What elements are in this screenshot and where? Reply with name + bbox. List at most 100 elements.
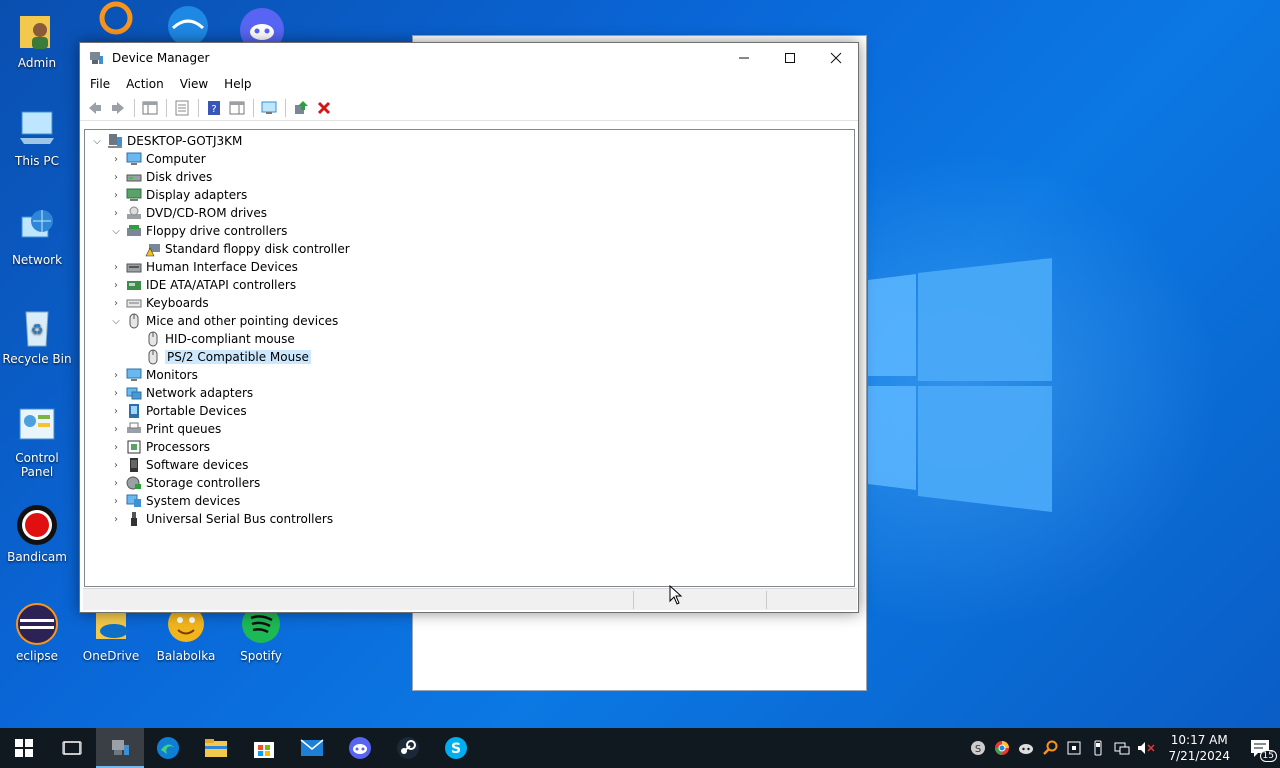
tray-discord-icon[interactable] [1014,728,1038,768]
tree-category[interactable]: ⌵ Floppy drive controllers [110,222,287,240]
show-hide-console-tree-button[interactable] [139,97,161,119]
desktop-icon-eclipse[interactable]: eclipse [0,603,74,663]
floppy-device-icon [126,223,142,239]
chevron-right-icon[interactable]: › [110,456,122,474]
taskbar-store[interactable] [240,728,288,768]
tree-category[interactable]: › Keyboards [110,294,209,312]
chevron-right-icon[interactable]: › [110,402,122,420]
desktop-icon-admin[interactable]: Admin [0,10,74,70]
chevron-down-icon[interactable]: ⌵ [110,222,122,240]
tree-label: System devices [146,494,241,508]
task-view-button[interactable] [48,728,96,768]
chevron-right-icon[interactable]: › [110,510,122,528]
chevron-right-icon[interactable]: › [110,186,122,204]
help-button[interactable]: ? [203,97,225,119]
desktop-icon-network[interactable]: Network [0,207,74,267]
action-pane-button[interactable] [226,97,248,119]
usb-device-icon [126,511,142,527]
close-button[interactable] [813,43,859,73]
tree-category[interactable]: › DVD/CD-ROM drives [110,204,267,222]
tree-device[interactable]: PS/2 Compatible Mouse [129,348,311,366]
back-button[interactable] [84,97,106,119]
eclipse-icon [16,603,58,645]
taskbar-file-explorer[interactable] [192,728,240,768]
chevron-right-icon[interactable]: › [110,366,122,384]
system-device-icon [126,493,142,509]
tray-network-icon[interactable] [1062,728,1086,768]
uninstall-device-button[interactable] [313,97,335,119]
tree-category[interactable]: ⌵ Mice and other pointing devices [110,312,338,330]
chevron-right-icon[interactable]: › [110,492,122,510]
tree-category[interactable]: › Computer [110,150,206,168]
tree-category[interactable]: › Portable Devices [110,402,247,420]
tree-category[interactable]: › Storage controllers [110,474,260,492]
tray-volume-muted-icon[interactable] [1134,728,1158,768]
svg-text:S: S [451,741,461,757]
taskbar-mail[interactable] [288,728,336,768]
disk-device-icon [126,169,142,185]
chevron-right-icon[interactable]: › [110,384,122,402]
desktop-icon-control-panel[interactable]: Control Panel [0,405,74,479]
chevron-right-icon[interactable]: › [110,420,122,438]
maximize-button[interactable] [767,43,813,73]
desktop-icon-this-pc[interactable]: This PC [0,108,74,168]
action-center-button[interactable]: 15 [1240,728,1280,768]
tree-category[interactable]: › Network adapters [110,384,253,402]
minimize-button[interactable] [721,43,767,73]
taskbar-skype[interactable]: S [432,728,480,768]
tree-category[interactable]: › Processors [110,438,210,456]
tree-root[interactable]: ⌵ DESKTOP-GOTJ3KM [91,132,242,150]
tree-category[interactable]: › Software devices [110,456,248,474]
chevron-right-icon[interactable]: › [110,168,122,186]
title-bar[interactable]: Device Manager [80,43,858,73]
tray-search-icon[interactable] [1038,728,1062,768]
clock-date: 7/21/2024 [1168,749,1230,763]
chevron-down-icon[interactable]: ⌵ [110,312,122,330]
chevron-right-icon[interactable]: › [110,204,122,222]
tray-skype-icon[interactable]: S [966,728,990,768]
tree-category[interactable]: › Print queues [110,420,221,438]
tree-label: Human Interface Devices [146,260,298,274]
tree-category[interactable]: › Universal Serial Bus controllers [110,510,333,528]
tree-category[interactable]: › Disk drives [110,168,212,186]
folder-icon [205,739,227,757]
taskbar-steam[interactable] [384,728,432,768]
menu-help[interactable]: Help [216,77,259,91]
tree-category[interactable]: › Human Interface Devices [110,258,298,276]
start-button[interactable] [0,728,48,768]
forward-button[interactable] [107,97,129,119]
chevron-right-icon[interactable]: › [110,438,122,456]
tree-category[interactable]: › Display adapters [110,186,247,204]
chevron-right-icon[interactable]: › [110,258,122,276]
taskbar-discord[interactable] [336,728,384,768]
chevron-right-icon[interactable]: › [110,294,122,312]
console-tree-icon [142,101,158,114]
tray-usb-icon[interactable] [1086,728,1110,768]
taskbar-clock[interactable]: 10:17 AM 7/21/2024 [1158,732,1240,764]
menu-view[interactable]: View [172,77,216,91]
taskbar-device-manager[interactable] [96,728,144,768]
device-manager-window[interactable]: Device Manager File Action View Help ? ⌵… [79,42,859,613]
chevron-down-icon[interactable]: ⌵ [91,132,103,150]
menu-file[interactable]: File [82,77,118,91]
taskbar-edge[interactable] [144,728,192,768]
desktop-icon-bandicam[interactable]: Bandicam [0,504,74,564]
chevron-right-icon[interactable]: › [110,150,122,168]
tree-device[interactable]: HID-compliant mouse [129,330,295,348]
tray-chrome-icon[interactable] [990,728,1014,768]
tree-label: Processors [146,440,211,454]
tray-ethernet-icon[interactable] [1110,728,1134,768]
chevron-right-icon[interactable]: › [110,276,122,294]
properties-button[interactable] [171,97,193,119]
scan-hardware-button[interactable] [258,97,280,119]
device-tree[interactable]: ⌵ DESKTOP-GOTJ3KM › Computer › Disk drives ›… [84,129,855,587]
desktop-icon-recycle-bin[interactable]: ♻ Recycle Bin [0,306,74,366]
toolbar-separator [134,98,135,117]
tree-category[interactable]: › System devices [110,492,240,510]
menu-action[interactable]: Action [118,77,172,91]
chevron-right-icon[interactable]: › [110,474,122,492]
update-driver-button[interactable] [290,97,312,119]
tree-device[interactable]: Standard floppy disk controller [129,240,350,258]
tree-category[interactable]: › Monitors [110,366,198,384]
tree-category[interactable]: › IDE ATA/ATAPI controllers [110,276,296,294]
